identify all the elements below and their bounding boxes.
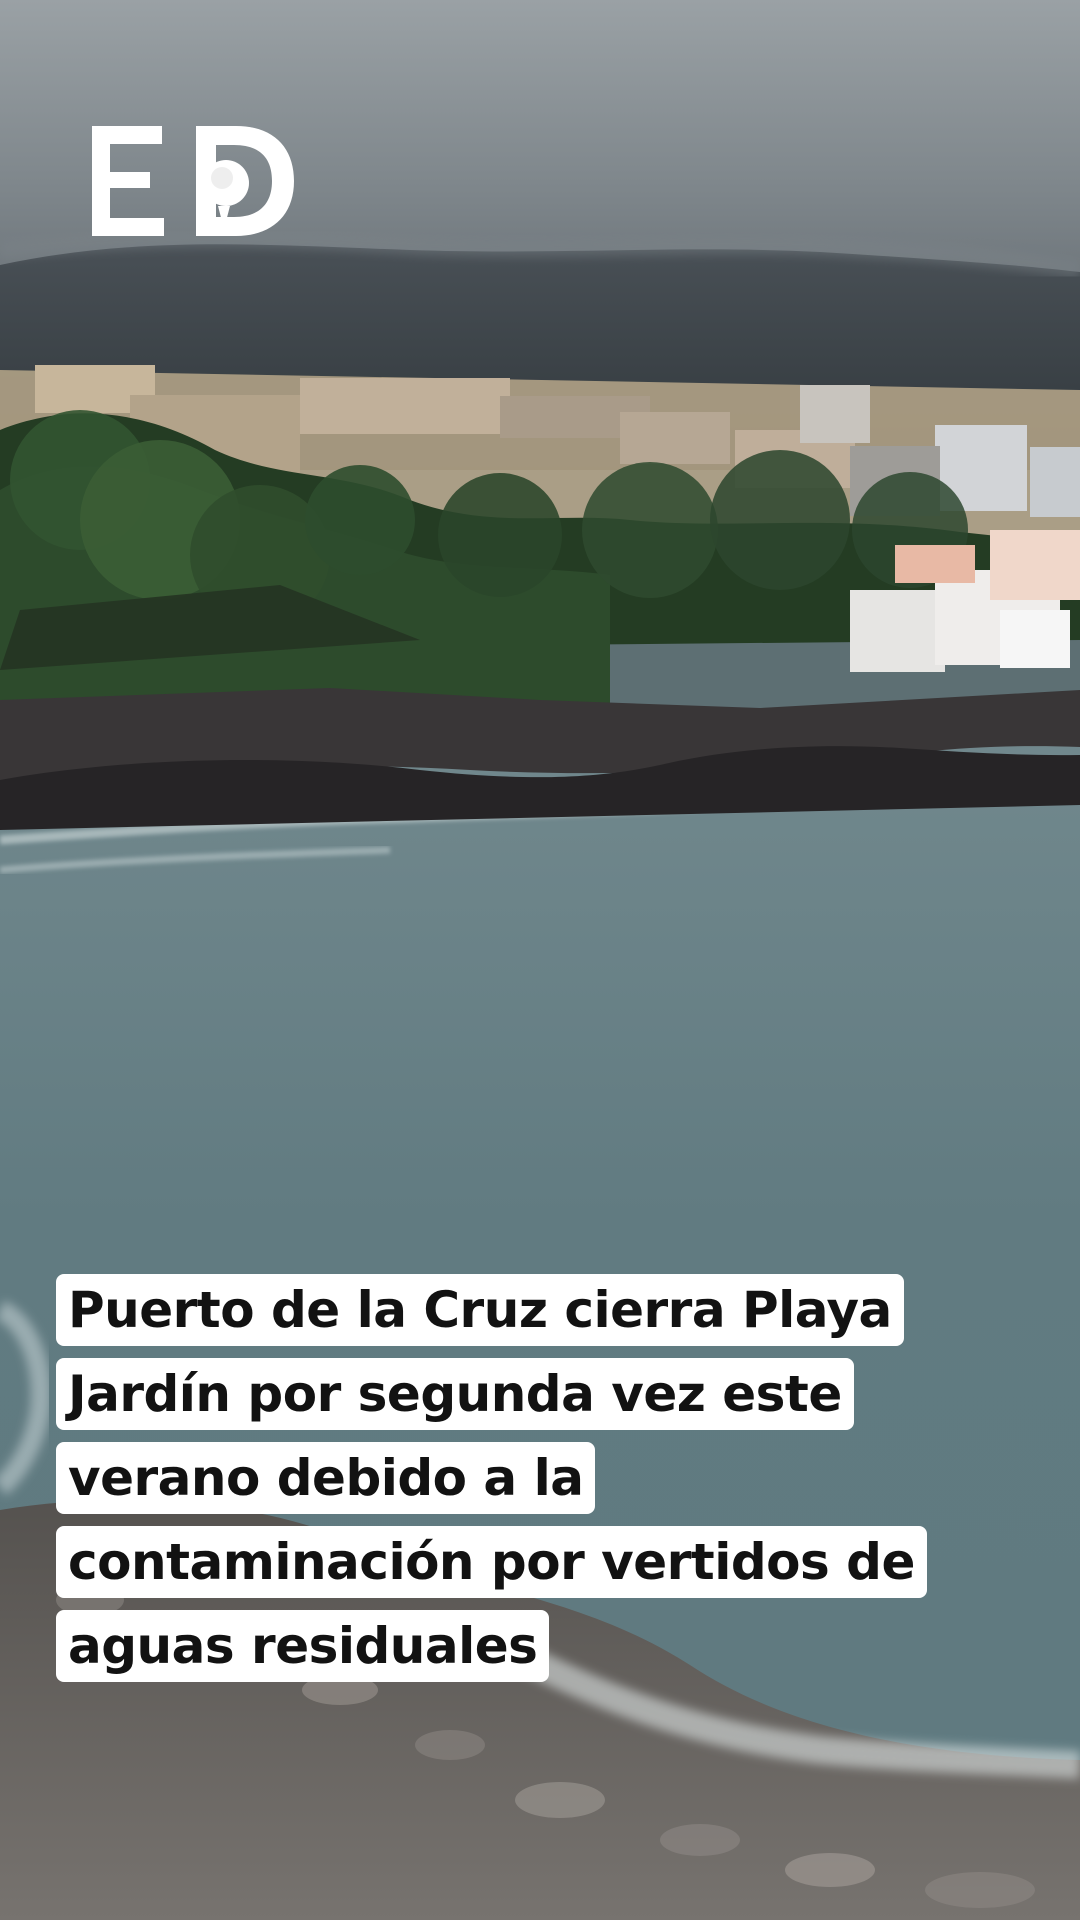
video-frame: ED Puerto de la Cruz cierra Playa Jardín… (0, 0, 1080, 1920)
headline-line-5: aguas residuales (56, 1610, 1036, 1694)
ed-logo: ED (92, 126, 294, 236)
headline-line-3: verano debido a la (56, 1442, 1036, 1526)
headline-line-2: Jardín por segunda vez este (56, 1358, 1036, 1442)
headline-line-4: contaminación por vertidos de (56, 1526, 1036, 1610)
headline-line-1: Puerto de la Cruz cierra Playa (56, 1274, 1036, 1358)
headline-caption: Puerto de la Cruz cierra Playa Jardín po… (56, 1274, 1036, 1694)
